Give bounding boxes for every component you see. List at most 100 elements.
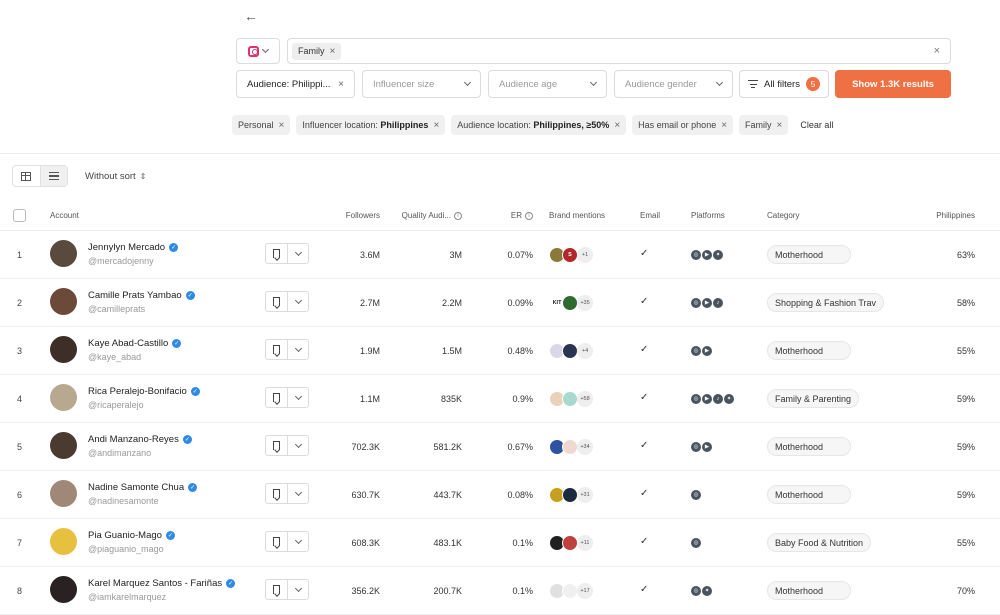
instagram-icon[interactable]: ◎ — [691, 250, 701, 260]
more-mentions-badge[interactable]: +1 — [577, 247, 593, 263]
influencer-handle[interactable]: @iamkarelmarquez — [88, 592, 166, 602]
row-menu-button[interactable] — [288, 484, 308, 503]
audience-age-select[interactable]: Audience age — [488, 70, 607, 98]
influencer-handle[interactable]: @ricaperalejo — [88, 400, 144, 410]
bookmark-button[interactable] — [266, 292, 288, 311]
influencer-name[interactable]: Pia Guanio-Mago ✓ — [88, 530, 175, 541]
influencer-name[interactable]: Camille Prats Yambao ✓ — [88, 290, 195, 301]
influencer-size-select[interactable]: Influencer size — [362, 70, 481, 98]
influencer-handle[interactable]: @camilleprats — [88, 304, 145, 314]
col-quality-audience[interactable]: Quality Audi... — [402, 211, 451, 220]
table-row[interactable]: 7 Pia Guanio-Mago ✓ @piaguanio_mago 608.3K 48… — [0, 519, 1000, 567]
keyword-search-input[interactable]: Family × × — [287, 38, 951, 64]
twitter-icon[interactable]: ✦ — [724, 394, 734, 404]
col-followers[interactable]: Followers — [346, 211, 380, 220]
col-er[interactable]: ER — [511, 211, 522, 220]
influencer-handle[interactable]: @piaguanio_mago — [88, 544, 164, 554]
row-menu-button[interactable] — [288, 292, 308, 311]
instagram-icon[interactable]: ◎ — [691, 586, 701, 596]
influencer-name-text[interactable]: Pia Guanio-Mago — [88, 530, 162, 541]
remove-chip-icon[interactable]: × — [433, 120, 439, 131]
sort-select[interactable]: Without sort ⇕ — [85, 171, 146, 182]
bookmark-button[interactable] — [266, 436, 288, 455]
bookmark-button[interactable] — [266, 244, 288, 263]
youtube-icon[interactable]: ▶ — [702, 442, 712, 452]
bookmark-button[interactable] — [266, 484, 288, 503]
influencer-name[interactable]: Karel Marquez Santos - Fariñas ✓ — [88, 578, 236, 589]
more-mentions-badge[interactable]: +34 — [577, 439, 593, 455]
col-country[interactable]: Philippines — [936, 211, 975, 220]
bookmark-button[interactable] — [266, 388, 288, 407]
remove-chip-icon[interactable]: × — [721, 120, 727, 131]
avatar[interactable] — [50, 432, 77, 459]
avatar[interactable] — [50, 288, 77, 315]
table-row[interactable]: 4 Rica Peralejo-Bonifacio ✓ @ricaperalejo 1.… — [0, 375, 1000, 423]
avatar[interactable] — [50, 480, 77, 507]
clear-all-link[interactable]: Clear all — [800, 120, 833, 130]
select-all-checkbox[interactable] — [13, 209, 26, 222]
influencer-name[interactable]: Jennylyn Mercado ✓ — [88, 242, 179, 253]
influencer-name-text[interactable]: Camille Prats Yambao — [88, 290, 182, 301]
row-menu-button[interactable] — [288, 388, 308, 407]
row-menu-button[interactable] — [288, 244, 308, 263]
table-row[interactable]: 6 Nadine Samonte Chua ✓ @nadinesamonte 630.7… — [0, 471, 1000, 519]
influencer-name[interactable]: Rica Peralejo-Bonifacio ✓ — [88, 386, 200, 397]
influencer-name-text[interactable]: Rica Peralejo-Bonifacio — [88, 386, 187, 397]
twitter-icon[interactable]: ✦ — [713, 250, 723, 260]
brand-logo[interactable] — [562, 487, 578, 503]
brand-logo[interactable]: S — [562, 247, 578, 263]
show-results-button[interactable]: Show 1.3K results — [835, 70, 951, 98]
youtube-icon[interactable]: ▶ — [702, 250, 712, 260]
tiktok-icon[interactable]: ♪ — [713, 394, 723, 404]
influencer-handle[interactable]: @kaye_abad — [88, 352, 141, 362]
instagram-icon[interactable]: ◎ — [691, 298, 701, 308]
youtube-icon[interactable]: ▶ — [702, 298, 712, 308]
more-mentions-badge[interactable]: +4 — [577, 343, 593, 359]
table-row[interactable]: 8 Karel Marquez Santos - Fariñas ✓ @iamkare… — [0, 567, 1000, 615]
table-row[interactable]: 3 Kaye Abad-Castillo ✓ @kaye_abad 1.9M 1.5M 0.… — [0, 327, 1000, 375]
influencer-name-text[interactable]: Andi Manzano-Reyes — [88, 434, 179, 445]
list-view-button[interactable] — [39, 166, 67, 186]
remove-audience-filter-icon[interactable]: × — [338, 79, 344, 90]
brand-logo[interactable] — [562, 583, 578, 599]
influencer-name-text[interactable]: Nadine Samonte Chua — [88, 482, 184, 493]
bookmark-button[interactable] — [266, 532, 288, 551]
instagram-icon[interactable]: ◎ — [691, 394, 701, 404]
remove-keyword-icon[interactable]: × — [330, 46, 336, 57]
brand-logo[interactable] — [562, 343, 578, 359]
info-icon[interactable]: i — [454, 211, 462, 220]
twitter-icon[interactable]: ✦ — [702, 586, 712, 596]
row-menu-button[interactable] — [288, 532, 308, 551]
more-mentions-badge[interactable]: +11 — [577, 535, 593, 551]
influencer-name-text[interactable]: Karel Marquez Santos - Fariñas — [88, 578, 222, 589]
more-mentions-badge[interactable]: +58 — [577, 391, 593, 407]
influencer-name[interactable]: Kaye Abad-Castillo ✓ — [88, 338, 182, 349]
influencer-handle[interactable]: @nadinesamonte — [88, 496, 159, 506]
table-row[interactable]: 1 Jennylyn Mercado ✓ @mercadojenny 3.6M 3M 0.0… — [0, 231, 1000, 279]
influencer-handle[interactable]: @andimanzano — [88, 448, 151, 458]
brand-logo[interactable] — [562, 391, 578, 407]
remove-chip-icon[interactable]: × — [614, 120, 620, 131]
influencer-name[interactable]: Andi Manzano-Reyes ✓ — [88, 434, 192, 445]
tiktok-icon[interactable]: ♪ — [713, 298, 723, 308]
clear-search-icon[interactable]: × — [934, 45, 940, 57]
brand-logo[interactable] — [562, 439, 578, 455]
instagram-icon[interactable]: ◎ — [691, 346, 701, 356]
influencer-name-text[interactable]: Jennylyn Mercado — [88, 242, 165, 253]
remove-chip-icon[interactable]: × — [279, 120, 285, 131]
avatar[interactable] — [50, 240, 77, 267]
back-arrow-icon[interactable]: ← — [244, 8, 258, 24]
audience-location-filter[interactable]: Audience: Philippi... × — [236, 70, 355, 98]
bookmark-button[interactable] — [266, 340, 288, 359]
audience-gender-select[interactable]: Audience gender — [614, 70, 733, 98]
avatar[interactable] — [50, 576, 77, 603]
row-menu-button[interactable] — [288, 436, 308, 455]
instagram-icon[interactable]: ◎ — [691, 442, 701, 452]
more-mentions-badge[interactable]: +17 — [577, 583, 593, 599]
brand-logo[interactable] — [562, 295, 578, 311]
influencer-name[interactable]: Nadine Samonte Chua ✓ — [88, 482, 198, 493]
instagram-icon[interactable]: ◎ — [691, 538, 701, 548]
avatar[interactable] — [50, 336, 77, 363]
brand-logo[interactable] — [562, 535, 578, 551]
info-icon[interactable]: i — [525, 211, 533, 220]
